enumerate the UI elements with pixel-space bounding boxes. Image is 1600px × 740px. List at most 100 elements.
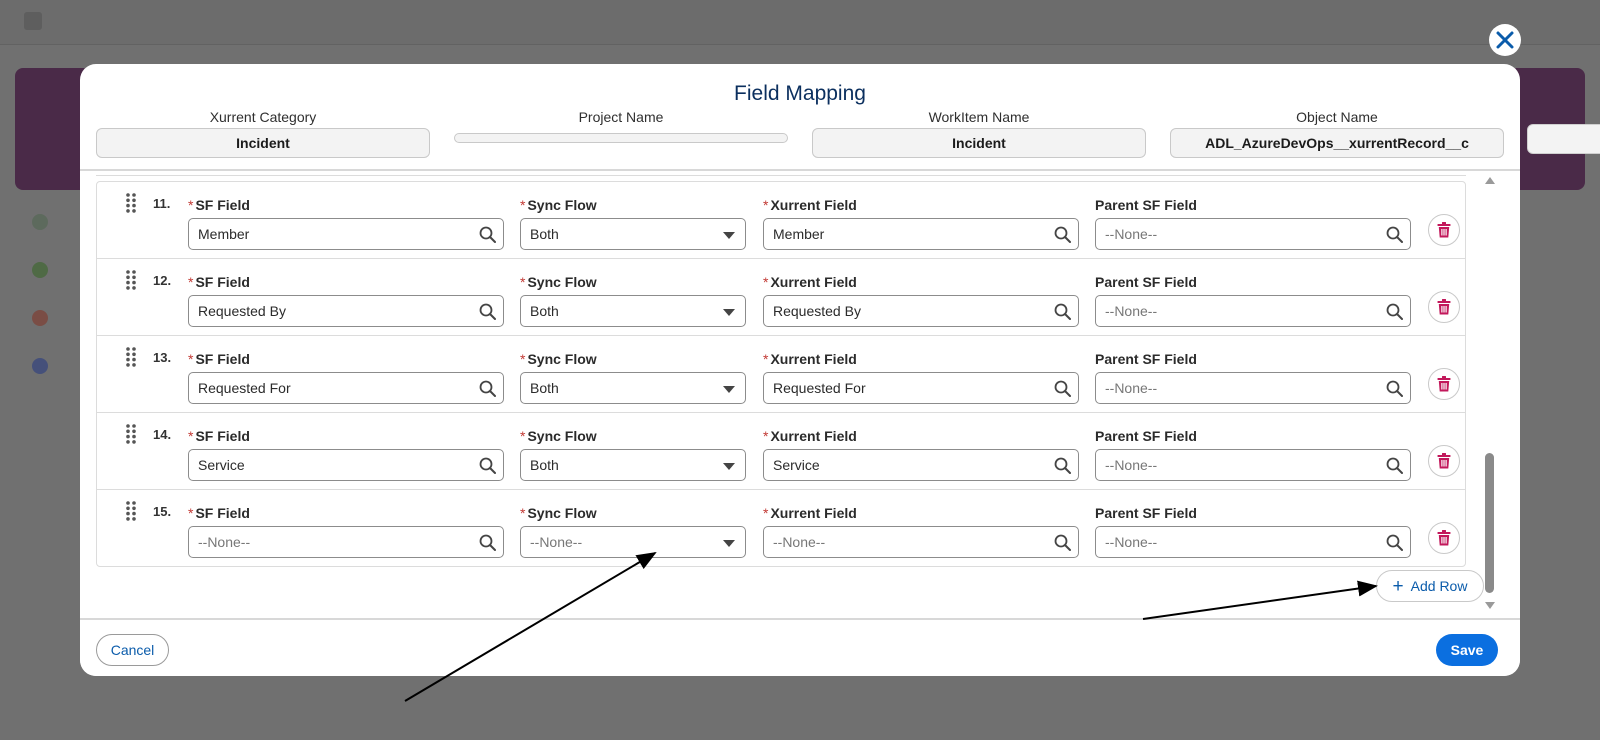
parent-sf-field-label-text: Parent SF Field: [1095, 274, 1197, 290]
sync-flow-select[interactable]: Both: [520, 295, 746, 327]
drag-handle-icon[interactable]: [125, 346, 137, 368]
parent-sf-field-input[interactable]: --None--: [1095, 218, 1411, 250]
scrollbar-thumb[interactable]: [1485, 453, 1494, 593]
parent-sf-field-input[interactable]: --None--: [1095, 449, 1411, 481]
xurrent-field-input[interactable]: Requested By: [763, 295, 1079, 327]
search-icon[interactable]: [1054, 226, 1071, 243]
field-mapping-modal: Field Mapping Xurrent Category Incident …: [80, 64, 1520, 676]
sf-field-input[interactable]: Requested By: [188, 295, 504, 327]
trash-icon: [1437, 299, 1451, 315]
xurrent-field-value: --None--: [773, 534, 826, 550]
sync-flow-select[interactable]: --None--: [520, 526, 746, 558]
sync-flow-label: * Sync Flow: [520, 350, 746, 368]
sync-flow-label-text: Sync Flow: [527, 274, 597, 290]
xurrent-field-label: * Xurrent Field: [763, 350, 1079, 368]
drag-handle-icon[interactable]: [125, 192, 137, 214]
chevron-down-icon[interactable]: [723, 463, 735, 470]
xurrent-field-input[interactable]: Service: [763, 449, 1079, 481]
parent-sf-field-input[interactable]: --None--: [1095, 295, 1411, 327]
sf-field-input[interactable]: --None--: [188, 526, 504, 558]
cancel-button[interactable]: Cancel: [96, 634, 169, 666]
required-mark: *: [188, 428, 194, 444]
xurrent-field-input[interactable]: --None--: [763, 526, 1079, 558]
modal-title: Field Mapping: [734, 82, 866, 105]
xurrent-field-value: Service: [773, 457, 820, 473]
chevron-down-icon[interactable]: [723, 232, 735, 239]
sf-field-label-text: SF Field: [195, 351, 250, 367]
search-icon[interactable]: [479, 457, 496, 474]
search-icon[interactable]: [1386, 380, 1403, 397]
parent-sf-field-label: Parent SF Field: [1095, 273, 1411, 291]
required-mark: *: [188, 274, 194, 290]
sync-flow-select[interactable]: Both: [520, 372, 746, 404]
search-icon[interactable]: [479, 303, 496, 320]
search-icon[interactable]: [479, 534, 496, 551]
delete-row-button[interactable]: [1428, 522, 1460, 554]
required-mark: *: [188, 351, 194, 367]
row-number: 12.: [153, 273, 172, 288]
mapping-row: 12. * SF Field Requested By * Sync Flow Both * X…: [97, 259, 1465, 336]
parent-sf-field-value: --None--: [1105, 380, 1158, 396]
background-icon: [32, 358, 48, 374]
parent-sf-field-column: Parent SF Field --None--: [1095, 427, 1411, 481]
sf-field-input[interactable]: Requested For: [188, 372, 504, 404]
search-icon[interactable]: [1054, 457, 1071, 474]
sf-field-value: Member: [198, 226, 250, 242]
sf-field-input[interactable]: Service: [188, 449, 504, 481]
search-icon[interactable]: [1386, 226, 1403, 243]
trash-icon: [1437, 453, 1451, 469]
workitem-name-label: WorkItem Name: [928, 109, 1030, 125]
search-icon[interactable]: [479, 380, 496, 397]
save-button[interactable]: Save: [1436, 634, 1498, 666]
close-icon: [1496, 31, 1514, 49]
search-icon[interactable]: [1386, 457, 1403, 474]
delete-row-button[interactable]: [1428, 445, 1460, 477]
chevron-down-icon[interactable]: [723, 386, 735, 393]
required-mark: *: [520, 428, 526, 444]
search-icon[interactable]: [1054, 534, 1071, 551]
mapping-row: 13. * SF Field Requested For * Sync Flow Both *…: [97, 336, 1465, 413]
chevron-down-icon[interactable]: [723, 309, 735, 316]
object-name-field: Object Name ADL_AzureDevOps__xurrentReco…: [1170, 108, 1504, 158]
delete-row-button[interactable]: [1428, 368, 1460, 400]
sf-field-input[interactable]: Member: [188, 218, 504, 250]
parent-sf-field-value: --None--: [1105, 457, 1158, 473]
search-icon[interactable]: [479, 226, 496, 243]
row-number: 13.: [153, 350, 172, 365]
chevron-down-icon[interactable]: [723, 540, 735, 547]
search-icon[interactable]: [1386, 534, 1403, 551]
drag-handle-icon[interactable]: [125, 269, 137, 291]
required-mark: *: [520, 197, 526, 213]
sf-field-column: * SF Field Service: [188, 427, 504, 481]
parent-sf-field-column: Parent SF Field --None--: [1095, 196, 1411, 250]
search-icon[interactable]: [1054, 303, 1071, 320]
add-row-button[interactable]: + Add Row: [1376, 570, 1484, 602]
sync-flow-select[interactable]: Both: [520, 218, 746, 250]
scroll-up-arrow-icon[interactable]: [1485, 177, 1495, 184]
parent-sf-field-input[interactable]: --None--: [1095, 372, 1411, 404]
drag-handle-icon[interactable]: [125, 423, 137, 445]
xurrent-field-column: * Xurrent Field Requested By: [763, 273, 1079, 327]
parent-sf-field-label-text: Parent SF Field: [1095, 197, 1197, 213]
parent-sf-field-value: --None--: [1105, 534, 1158, 550]
sync-flow-label-text: Sync Flow: [527, 505, 597, 521]
sync-flow-select[interactable]: Both: [520, 449, 746, 481]
delete-row-button[interactable]: [1428, 214, 1460, 246]
xurrent-field-value: Member: [773, 226, 825, 242]
parent-sf-field-input[interactable]: --None--: [1095, 526, 1411, 558]
xurrent-category-value: Incident: [96, 128, 430, 158]
scroll-down-arrow-icon[interactable]: [1485, 602, 1495, 609]
xurrent-field-input[interactable]: Member: [763, 218, 1079, 250]
search-icon[interactable]: [1386, 303, 1403, 320]
required-mark: *: [763, 428, 769, 444]
search-icon[interactable]: [1054, 380, 1071, 397]
drag-handle-icon[interactable]: [125, 500, 137, 522]
vertical-scrollbar[interactable]: [1482, 175, 1496, 615]
mapping-table: 11. * SF Field Member * Sync Flow Both * Xurrent…: [96, 181, 1466, 567]
required-mark: *: [520, 505, 526, 521]
close-button[interactable]: [1489, 24, 1521, 56]
xurrent-field-value: Requested By: [773, 303, 861, 319]
xurrent-field-input[interactable]: Requested For: [763, 372, 1079, 404]
xurrent-field-label-text: Xurrent Field: [770, 505, 857, 521]
delete-row-button[interactable]: [1428, 291, 1460, 323]
